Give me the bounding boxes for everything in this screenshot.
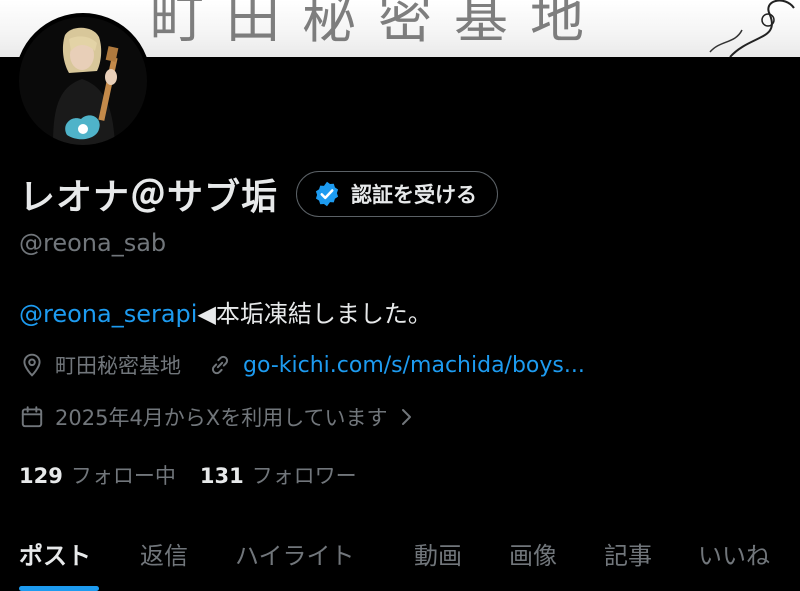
tab-images[interactable]: 画像 [509,536,557,571]
tab-replies[interactable]: 返信 [140,536,188,571]
location-pin-icon [19,352,45,378]
user-handle: @reona_sab [19,229,167,257]
followers-count: 131 [199,464,244,488]
get-verified-label: 認証を受ける [351,183,478,207]
bio-mention-link[interactable]: @reona_serapi [19,300,197,328]
tab-videos[interactable]: 動画 [414,536,462,571]
calendar-icon [19,404,45,430]
following-label: フォロー中 [70,464,176,488]
website-link[interactable]: go-kichi.com/s/machida/boys... [243,353,585,378]
followers-label: フォロワー [251,464,357,488]
verified-badge-icon [315,181,339,207]
follow-stats: 129 フォロー中 131 フォロワー [19,460,357,490]
bio: @reona_serapi◀本垢凍結しました。 [19,294,432,329]
joined-date-row[interactable]: 2025年4月からXを利用しています [19,402,414,432]
following-count: 129 [19,464,63,488]
link-icon [207,352,233,378]
joined-text: 2025年4月からXを利用しています [55,406,388,430]
tab-likes[interactable]: いいね [698,536,770,571]
banner-text: 町田秘密基地 [150,0,606,50]
avatar[interactable] [15,13,151,149]
display-name: レオナ＠サブ垢 [19,177,279,218]
followers-link[interactable]: 131 フォロワー [200,460,357,490]
tab-posts[interactable]: ポスト [19,536,91,571]
profile-tabs: ポスト 返信 ハイライト 動画 画像 記事 いいね [0,528,800,591]
tab-articles[interactable]: 記事 [604,536,652,571]
tab-highlights[interactable]: ハイライト [235,536,355,571]
avatar-image [19,17,147,145]
bio-text: ◀本垢凍結しました。 [197,300,432,328]
following-link[interactable]: 129 フォロー中 [19,460,176,490]
profile-meta-row: 町田秘密基地 go-kichi.com/s/machida/boys... [19,350,585,380]
get-verified-button[interactable]: 認証を受ける [296,171,499,217]
location-text: 町田秘密基地 [55,354,181,378]
banner-ornament [709,0,795,57]
active-tab-indicator [19,586,99,591]
chevron-right-icon [400,406,414,428]
name-row: レオナ＠サブ垢 認証を受ける [19,168,499,220]
website: go-kichi.com/s/machida/boys... [207,352,585,378]
